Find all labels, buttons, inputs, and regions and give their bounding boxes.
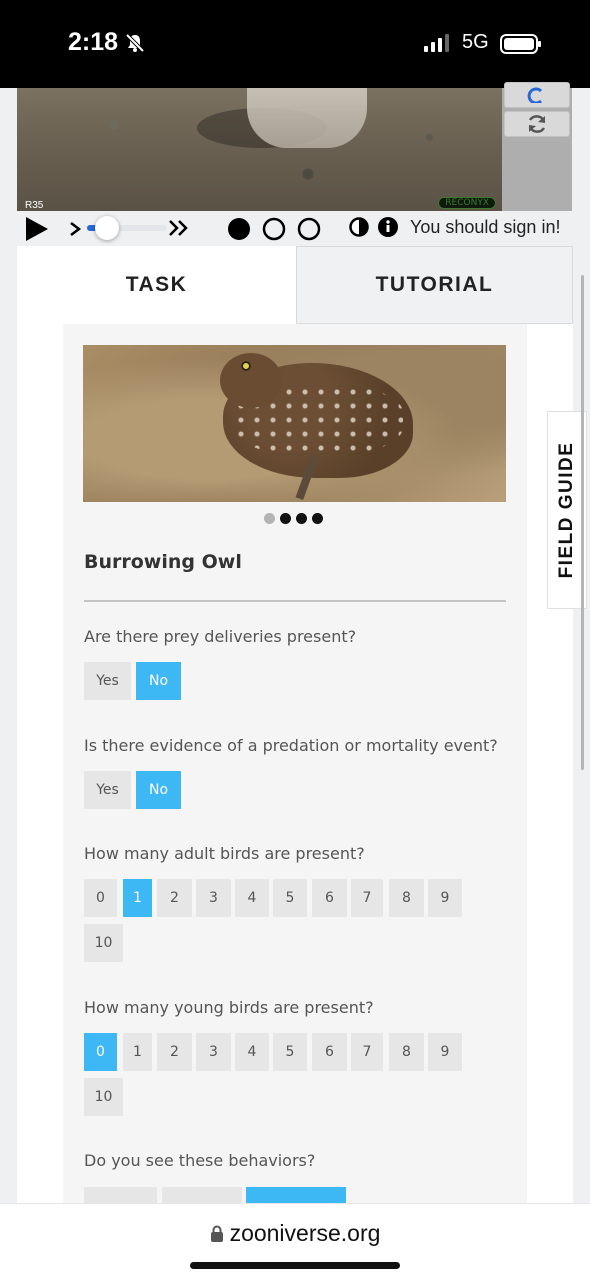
info-icon[interactable] <box>378 217 398 237</box>
camera-brand-logo: RECONYX <box>438 197 496 209</box>
count-option[interactable]: 2 <box>157 879 192 917</box>
browser-address-bar[interactable]: zooniverse.org <box>0 1203 590 1281</box>
count-option[interactable]: 3 <box>196 879 231 917</box>
battery-icon <box>500 34 541 54</box>
species-name: Burrowing Owl <box>84 551 242 573</box>
carousel-dot[interactable] <box>312 513 323 524</box>
count-option[interactable]: 2 <box>157 1033 192 1071</box>
task-tabs: TASK TUTORIAL <box>17 246 573 324</box>
count-option[interactable]: 0 <box>84 1033 117 1071</box>
count-option[interactable]: 10 <box>84 1078 123 1116</box>
count-option[interactable]: 3 <box>196 1033 231 1071</box>
bell-muted-icon <box>125 33 145 53</box>
camera-corner-label: R35 <box>25 200 44 211</box>
question-prey-deliveries: Are there prey deliveries present? <box>84 627 357 646</box>
tab-tutorial[interactable]: TUTORIAL <box>296 246 573 324</box>
network-label: 5G <box>462 31 489 53</box>
count-option[interactable]: 8 <box>389 879 424 917</box>
count-option[interactable]: 8 <box>389 1033 424 1071</box>
answer-option[interactable]: No <box>136 771 181 809</box>
count-option[interactable]: 6 <box>312 1033 347 1071</box>
contrast-icon[interactable] <box>349 217 369 237</box>
play-icon[interactable] <box>24 215 50 243</box>
status-bar: 2:18 5G <box>0 0 590 88</box>
frame-dot-empty-icon[interactable] <box>297 217 321 241</box>
fast-forward-icon[interactable] <box>168 219 190 237</box>
answer-option[interactable]: Yes <box>84 771 131 809</box>
url-text: zooniverse.org <box>229 1220 381 1246</box>
reset-icon <box>527 87 543 103</box>
count-option[interactable]: 1 <box>123 1033 152 1071</box>
owl-eye <box>241 361 251 371</box>
camera-trap-image[interactable]: R35 RECONYX <box>17 88 502 211</box>
step-forward-icon[interactable] <box>68 221 82 237</box>
refresh-icon <box>528 115 546 133</box>
question-predation-event: Is there evidence of a predation or mort… <box>84 736 498 755</box>
playback-slider-thumb[interactable] <box>95 216 119 240</box>
animal-figure <box>247 88 367 148</box>
carousel-dot[interactable] <box>280 513 291 524</box>
answer-option[interactable]: No <box>136 662 181 700</box>
question-behaviors: Do you see these behaviors? <box>84 1151 316 1170</box>
status-time: 2:18 <box>68 28 119 56</box>
signal-icon <box>424 34 449 52</box>
carousel-dot[interactable] <box>296 513 307 524</box>
count-option[interactable]: 7 <box>351 1033 383 1071</box>
count-option[interactable]: 1 <box>123 879 152 917</box>
tab-task[interactable]: TASK <box>17 246 296 324</box>
count-option[interactable]: 0 <box>84 879 117 917</box>
sign-in-notice[interactable]: You should sign in! <box>410 217 560 238</box>
home-indicator <box>190 1262 400 1269</box>
count-option[interactable]: 6 <box>312 879 347 917</box>
answer-option[interactable]: Yes <box>84 662 131 700</box>
count-option[interactable]: 4 <box>235 1033 269 1071</box>
count-option[interactable]: 10 <box>84 924 123 962</box>
owl-head <box>220 353 282 408</box>
count-option[interactable]: 9 <box>428 1033 462 1071</box>
question-adult-count: How many adult birds are present? <box>84 844 365 863</box>
url-display[interactable]: zooniverse.org <box>0 1220 590 1247</box>
count-option[interactable]: 7 <box>351 879 383 917</box>
count-option[interactable]: 5 <box>273 879 307 917</box>
carousel-dot[interactable] <box>264 513 275 524</box>
playback-controls: You should sign in! <box>17 211 577 247</box>
frame-dot-empty-icon[interactable] <box>262 217 286 241</box>
reset-button[interactable] <box>504 82 570 108</box>
carousel-dots <box>264 513 323 524</box>
count-option[interactable]: 5 <box>273 1033 307 1071</box>
question-young-count: How many young birds are present? <box>84 998 374 1017</box>
count-option[interactable]: 9 <box>428 879 462 917</box>
scrollbar[interactable] <box>581 275 584 770</box>
count-option[interactable]: 4 <box>235 879 269 917</box>
field-guide-label: FIELD GUIDE <box>556 441 577 579</box>
frame-dot-filled-icon[interactable] <box>227 217 251 241</box>
refresh-button[interactable] <box>504 111 570 137</box>
species-photo[interactable] <box>83 345 506 502</box>
divider <box>84 600 506 602</box>
lock-icon <box>210 1225 223 1242</box>
